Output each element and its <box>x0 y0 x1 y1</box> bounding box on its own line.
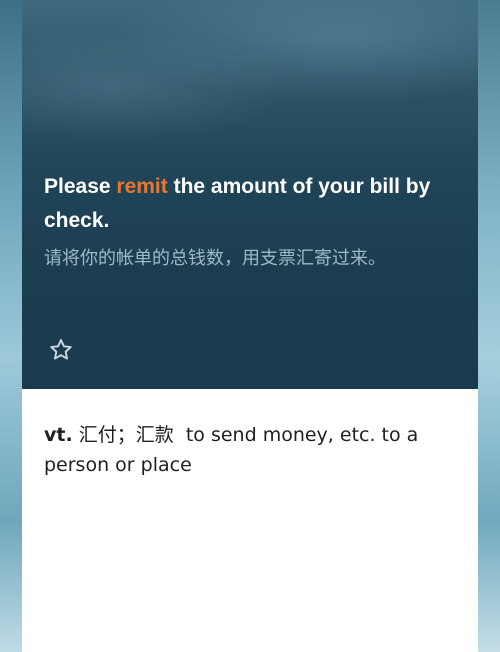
highlighted-word[interactable]: remit <box>116 175 167 198</box>
star-outline-icon <box>50 339 72 360</box>
example-sentence-panel: Please remit the amount of your bill by … <box>22 0 478 389</box>
example-sentence: Please remit the amount of your bill by … <box>44 170 464 238</box>
part-of-speech: vt. <box>44 424 73 446</box>
word-definition: vt. 汇付；汇款 to send money, etc. to a perso… <box>44 420 459 480</box>
background-edge-left <box>0 0 22 652</box>
definition-chinese: 汇付；汇款 <box>78 424 174 446</box>
background-edge-right <box>478 0 500 652</box>
flashcard: Please remit the amount of your bill by … <box>22 0 478 652</box>
sentence-translation: 请将你的帐单的总钱数，用支票汇寄过来。 <box>44 248 386 269</box>
sentence-before: Please <box>44 175 117 198</box>
favorite-star-icon[interactable] <box>48 337 74 363</box>
